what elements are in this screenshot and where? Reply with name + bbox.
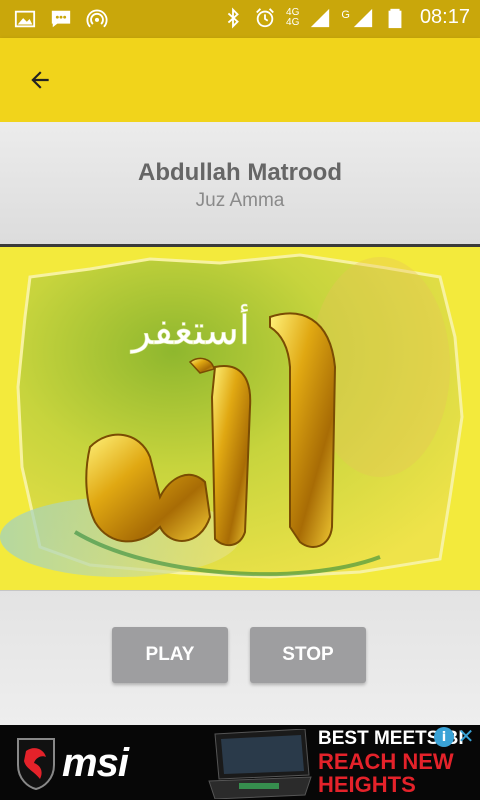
battery-icon [388,8,402,28]
cover-artwork: أستغفر [0,247,480,590]
chat-icon [51,10,71,28]
album-name: Juz Amma [195,190,285,211]
ad-choices-icon[interactable]: i [434,727,454,747]
signal-icon [311,8,330,27]
network-type-label: 4G 4G [286,6,300,28]
player-controls: PLAY STOP [0,590,480,726]
network-type-label-g: G [341,8,350,21]
laptop-image [208,729,312,799]
hotspot-icon [86,9,108,28]
signal-icon-2 [353,8,373,27]
artwork-image: أستغفر [0,247,480,590]
artwork-arabic-text: أستغفر [130,304,250,354]
network-type-label-top: 4G [286,6,300,18]
status-time: 08:17 [419,6,470,28]
ad-headline-3: HEIGHTS [318,772,416,797]
app-bar [0,38,480,122]
status-bar: 4G 4G G 08:17 [0,0,480,38]
gallery-icon [14,10,36,28]
bluetooth-icon [227,7,239,28]
ad-headline-2: REACH NEW [318,749,454,774]
track-header: Abdullah Matrood Juz Amma [0,122,480,244]
ad-banner[interactable]: msi BEST MEETS BI REACH NEW HEIGHTS i ✕ [0,725,480,800]
alarm-icon [256,7,274,27]
reciter-name: Abdullah Matrood [138,159,342,186]
status-right-icons: 4G 4G G 08:17 [222,6,470,29]
back-button[interactable] [20,60,60,100]
status-left-icons [14,8,108,30]
stop-button[interactable]: STOP [250,627,366,683]
network-type-label-bottom: 4G [286,16,300,28]
ad-close-icon[interactable]: ✕ [456,725,476,748]
play-button[interactable]: PLAY [112,627,228,683]
ad-brand-logo: msi [62,741,129,785]
arrow-left-icon [31,71,49,89]
msi-dragon-shield-icon [17,738,55,791]
